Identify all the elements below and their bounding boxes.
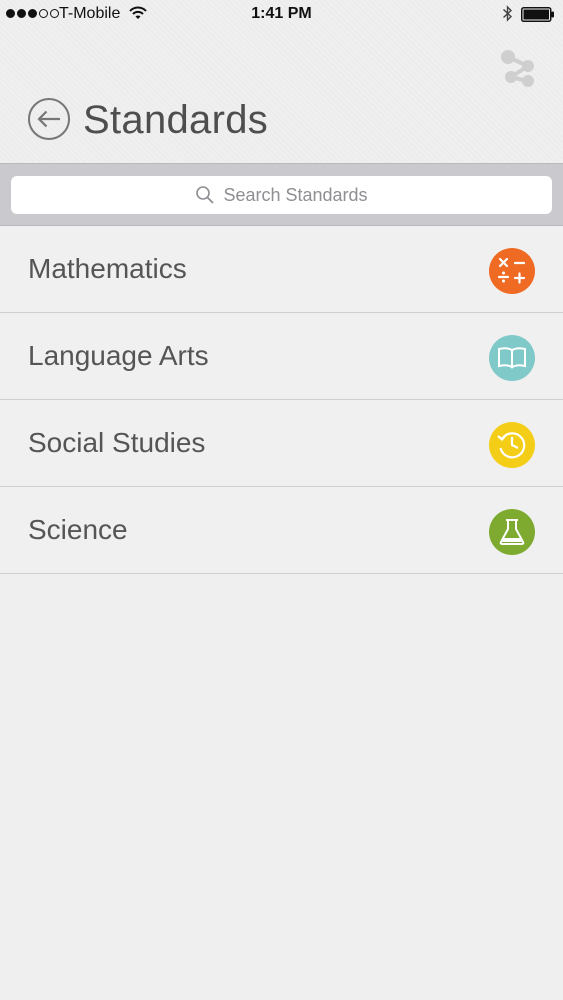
search-icon: [196, 186, 215, 204]
open-book-icon: [489, 335, 535, 381]
back-arrow-icon[interactable]: [27, 97, 71, 141]
list-item-label: Mathematics: [28, 253, 187, 284]
share-icon[interactable]: [497, 48, 539, 88]
status-bar: T-Mobile 1:41 PM: [0, 0, 563, 30]
bluetooth-icon: [503, 5, 513, 22]
list-item-science[interactable]: Science: [0, 487, 563, 574]
header: T-Mobile 1:41 PM Standards: [0, 0, 563, 163]
subject-list: Mathematics Language Arts Social Studies…: [0, 226, 563, 574]
battery-icon: [521, 7, 554, 22]
clock: 1:41 PM: [251, 5, 312, 22]
list-item-label: Social Studies: [28, 427, 206, 458]
list-item-social-studies[interactable]: Social Studies: [0, 400, 563, 487]
standards-screen: T-Mobile 1:41 PM Standards Search Standa…: [0, 0, 563, 1000]
search-bar: Search Standards: [0, 163, 563, 226]
history-clock-icon: [489, 422, 535, 468]
list-item-label: Language Arts: [28, 340, 209, 371]
list-item-mathematics[interactable]: Mathematics: [0, 226, 563, 313]
search-placeholder: Search Standards: [223, 184, 368, 205]
list-item-label: Science: [28, 514, 128, 545]
math-operators-icon: [489, 248, 535, 294]
page-title: Standards: [83, 98, 269, 142]
flask-icon: [489, 509, 535, 555]
list-item-language-arts[interactable]: Language Arts: [0, 313, 563, 400]
search-input[interactable]: Search Standards: [11, 176, 552, 214]
